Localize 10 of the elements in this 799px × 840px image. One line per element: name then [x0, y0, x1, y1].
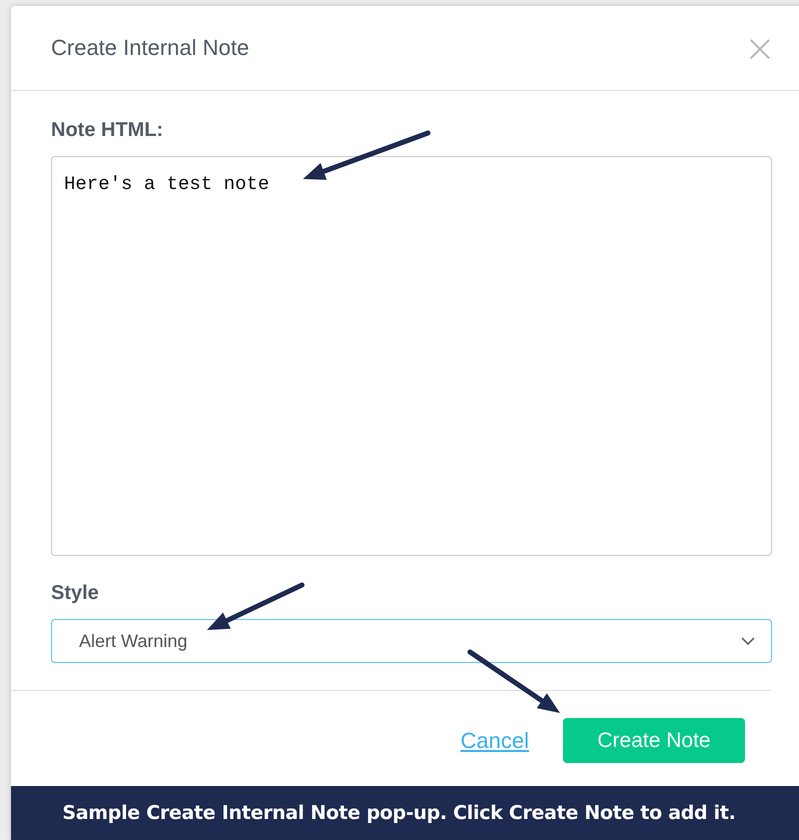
style-select[interactable]: Alert Warning — [51, 619, 772, 663]
caption-text: Sample Create Internal Note pop-up. Click Create Note to add it. — [62, 802, 736, 824]
create-note-button[interactable]: Create Note — [563, 718, 745, 763]
dialog-title: Create Internal Note — [51, 35, 250, 61]
field-label: Note HTML: — [51, 119, 164, 142]
note-input-field[interactable]: Here's a test note — [51, 156, 772, 556]
close-button[interactable]: × — [744, 29, 772, 67]
field-label: Style — [51, 582, 100, 605]
cancel-link[interactable]: Cancel — [460, 728, 529, 754]
chevron-down-icon — [741, 637, 755, 645]
